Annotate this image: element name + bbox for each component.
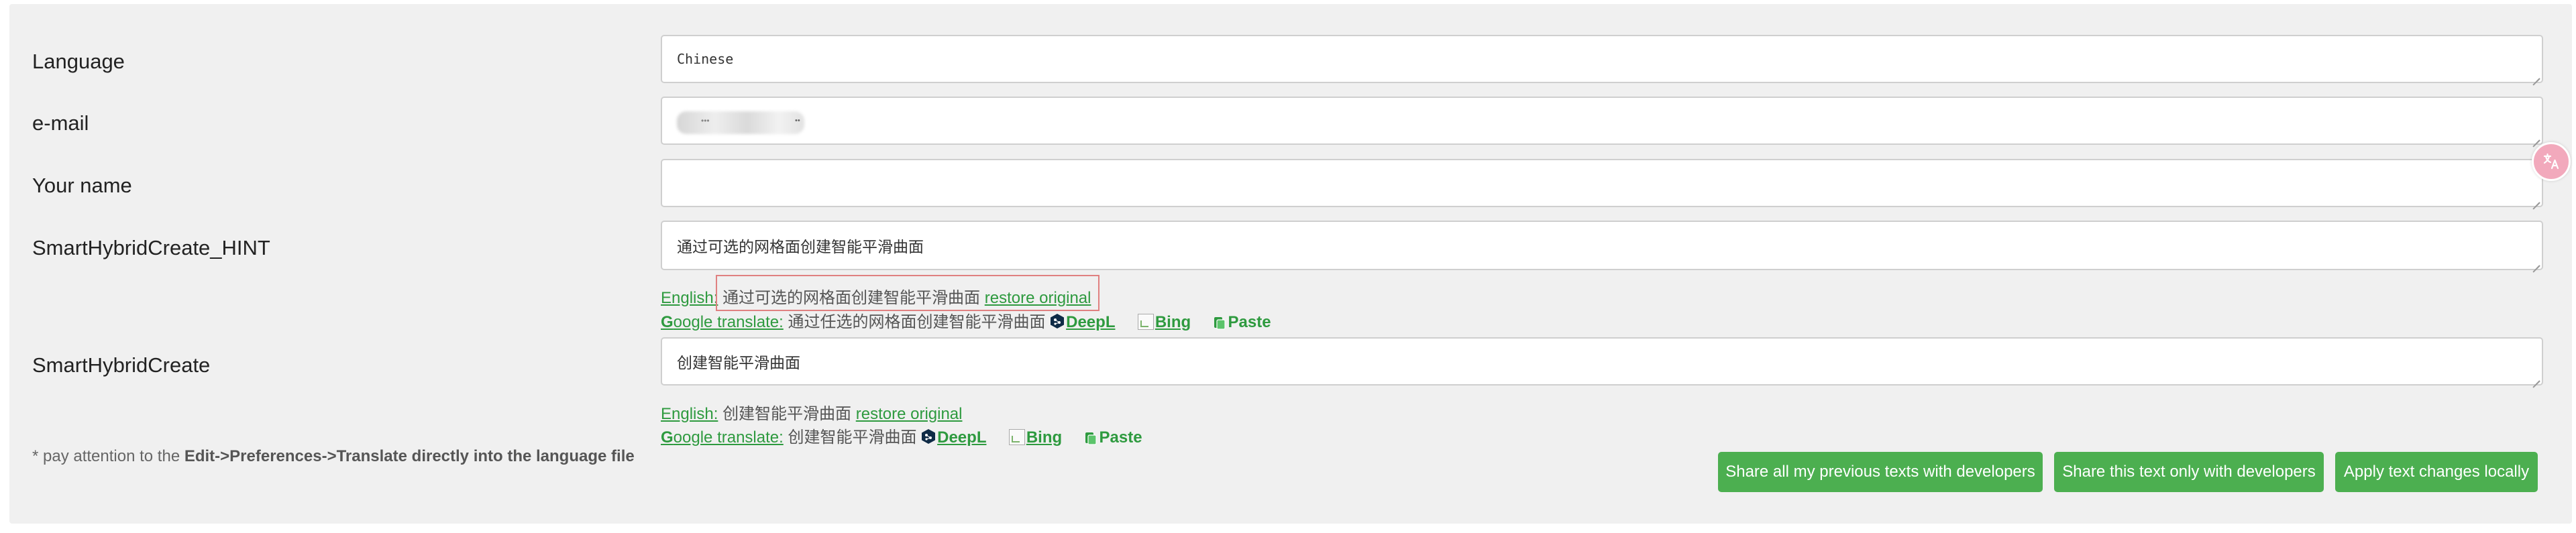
resize-grip-icon[interactable] [2532, 133, 2540, 141]
translate-icon [2543, 153, 2559, 170]
hint-translation-input[interactable]: 通过可选的网格面创建智能平滑曲面 [661, 221, 2543, 270]
bing-icon [1008, 429, 1025, 445]
language-label: Language [32, 50, 125, 73]
email-input[interactable]: ••• •• [661, 97, 2543, 145]
create-english-link[interactable]: English: [661, 405, 718, 423]
hint-paste-button[interactable]: Paste [1228, 313, 1271, 331]
name-label: Your name [32, 174, 132, 197]
language-input[interactable]: Chinese [661, 35, 2543, 83]
note-prefix: * pay attention to the [32, 447, 184, 465]
create-restore-link[interactable]: restore original [856, 405, 963, 423]
share-this-button[interactable]: Share this text only with developers [2054, 452, 2324, 492]
highlight-box [716, 275, 1099, 311]
note-bold: Edit->Preferences->Translate directly in… [184, 447, 635, 465]
create-english-text: 创建智能平滑曲面 [722, 405, 852, 423]
hint-deepl-link[interactable]: DeepL [1066, 313, 1115, 331]
create-google-line: Google translate: 创建智能平滑曲面 DeepL Bing Pa… [661, 424, 1142, 447]
paste-icon [1214, 317, 1226, 330]
resize-grip-icon[interactable] [2532, 72, 2540, 80]
hint-english-link[interactable]: English: [661, 289, 718, 307]
hint-google-line: Google translate: 通过任选的网格面创建智能平滑曲面 DeepL… [661, 308, 1271, 332]
create-google-link[interactable]: oogle translate: [674, 428, 784, 447]
resize-grip-icon[interactable] [2532, 374, 2540, 382]
create-paste-button[interactable]: Paste [1099, 428, 1142, 447]
create-deepl-link[interactable]: DeepL [937, 428, 986, 447]
email-value-fragment: ••• [701, 116, 710, 125]
name-input[interactable] [661, 159, 2543, 207]
create-translation-input[interactable]: 创建智能平滑曲面 [661, 337, 2543, 386]
resize-grip-icon[interactable] [2532, 259, 2540, 267]
language-value: Chinese [677, 51, 734, 67]
google-g-icon[interactable]: G [661, 313, 674, 331]
resize-grip-icon[interactable] [2532, 196, 2540, 204]
apply-changes-button[interactable]: Apply text changes locally [2335, 452, 2538, 492]
email-label: e-mail [32, 111, 89, 135]
translate-widget[interactable] [2532, 142, 2571, 181]
share-all-button[interactable]: Share all my previous texts with develop… [1718, 452, 2043, 492]
create-google-text: 创建智能平滑曲面 [788, 428, 917, 447]
bing-icon [1137, 314, 1154, 330]
hint-google-text: 通过任选的网格面创建智能平滑曲面 [788, 313, 1046, 331]
paste-icon [1085, 432, 1097, 445]
create-bing-link[interactable]: Bing [1026, 428, 1062, 447]
hint-google-link[interactable]: oogle translate: [674, 313, 784, 331]
hint-field-label: SmartHybridCreate_HINT [32, 236, 270, 259]
hint-bing-link[interactable]: Bing [1155, 313, 1191, 331]
create-english-line: English: 创建智能平滑曲面 restore original [661, 400, 962, 424]
create-translation-value: 创建智能平滑曲面 [677, 354, 800, 371]
email-value-tail: •• [795, 117, 800, 125]
preferences-note: * pay attention to the Edit->Preferences… [32, 447, 635, 466]
create-field-label: SmartHybridCreate [32, 353, 211, 377]
deepl-icon [1051, 314, 1065, 329]
redacted-email [677, 111, 804, 134]
google-g-icon[interactable]: G [661, 428, 674, 447]
hint-translation-value: 通过可选的网格面创建智能平滑曲面 [677, 238, 924, 255]
deepl-icon [922, 429, 936, 444]
